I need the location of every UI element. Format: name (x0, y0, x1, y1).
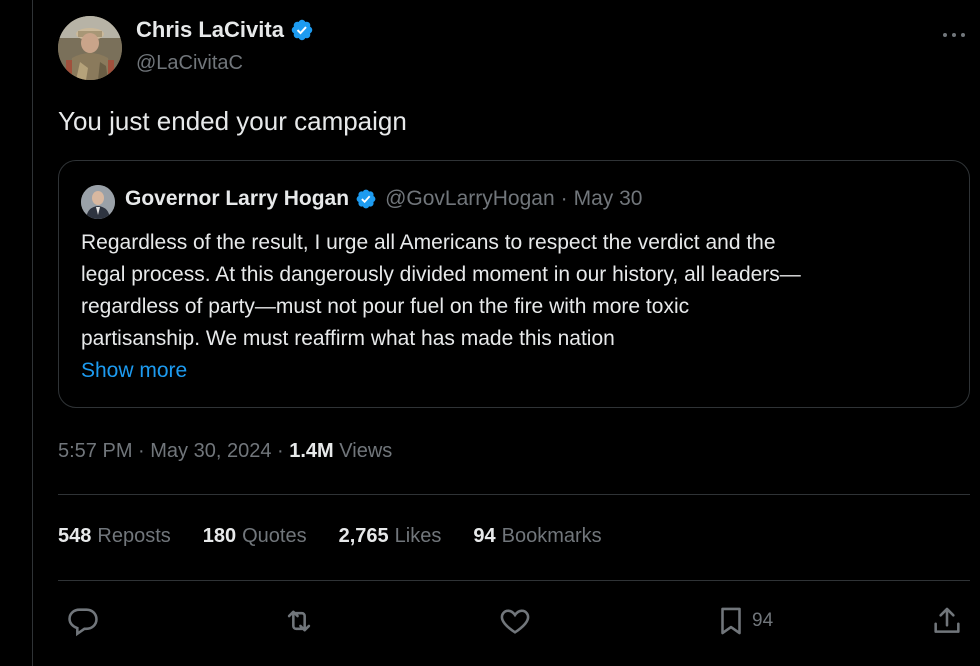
likes-label: Likes (394, 525, 442, 547)
quoted-tweet-text: Regardless of the result, I urge all Ame… (81, 227, 951, 355)
divider (58, 494, 970, 495)
reply-icon (68, 608, 98, 637)
tweet-time[interactable]: 5:57 PM (58, 440, 132, 462)
quoted-text-line: partisanship. We must reaffirm what has … (81, 327, 615, 350)
repost-button[interactable] (281, 604, 317, 638)
verified-badge-icon[interactable] (355, 188, 377, 210)
tweet-date[interactable]: May 30, 2024 (150, 440, 271, 462)
reposts-stat[interactable]: 548 Reposts (58, 525, 171, 548)
repost-icon (287, 610, 311, 632)
meta-separator: · (132, 440, 151, 462)
bookmarks-label: Bookmarks (501, 525, 602, 547)
author-name[interactable]: Chris LaCivita (136, 17, 284, 43)
quoted-author-name[interactable]: Governor Larry Hogan (125, 187, 349, 211)
quoted-author-handle[interactable]: @GovLarryHogan (385, 187, 555, 211)
likes-count: 2,765 (338, 525, 389, 547)
person-photo-avatar-icon (81, 185, 115, 219)
quoted-tweet-date[interactable]: May 30 (574, 187, 643, 211)
share-button[interactable] (930, 604, 964, 638)
author-avatar[interactable] (58, 16, 122, 80)
bookmark-count: 94 (752, 610, 774, 631)
show-more-link[interactable]: Show more (81, 359, 187, 383)
meta-separator: · (271, 440, 290, 462)
heart-icon (500, 609, 530, 634)
reposts-label: Reposts (97, 525, 171, 547)
divider (58, 580, 970, 581)
like-button[interactable] (498, 604, 532, 638)
tweet-text: You just ended your campaign (58, 106, 407, 136)
quoted-author-avatar[interactable] (81, 185, 115, 219)
quotes-count: 180 (202, 525, 237, 547)
verified-badge-icon[interactable] (290, 18, 314, 42)
likes-stat[interactable]: 2,765 Likes (339, 525, 442, 548)
share-icon (934, 607, 960, 633)
views-label: Views (333, 440, 393, 462)
header-separator: · (560, 187, 568, 210)
bookmark-icon (721, 607, 741, 635)
author-name-row[interactable]: Chris LaCivita (136, 17, 314, 43)
tweet-detail: Chris LaCivita @LaCivitaC You just ended… (0, 0, 980, 666)
quoted-text-line: legal process. At this dangerously divid… (81, 263, 801, 286)
author-handle[interactable]: @LaCivitaC (136, 52, 243, 75)
views-count: 1.4M (289, 440, 334, 462)
quoted-text-line: regardless of party—must not pour fuel o… (81, 295, 690, 318)
more-options-icon[interactable] (942, 22, 966, 42)
person-photo-avatar-icon (58, 16, 122, 80)
bookmarks-stat[interactable]: 94 Bookmarks (473, 525, 601, 548)
engagement-stats: 548 Reposts 180 Quotes 2,765 Likes 94 Bookma… (58, 525, 602, 548)
tweet-meta: 5:57 PM · May 30, 2024 · 1.4M Views (58, 440, 392, 463)
bookmark-button[interactable]: 94 (714, 604, 773, 638)
reposts-count: 548 (58, 525, 92, 547)
column-border (32, 0, 33, 666)
bookmarks-count: 94 (473, 525, 496, 547)
quoted-text-line: Regardless of the result, I urge all Ame… (81, 231, 776, 254)
quotes-label: Quotes (242, 525, 307, 547)
quoted-tweet-card[interactable]: Governor Larry Hogan @GovLarryHogan · Ma… (58, 160, 970, 408)
reply-button[interactable] (66, 604, 100, 638)
quotes-stat[interactable]: 180 Quotes (203, 525, 307, 548)
quoted-tweet-header: Governor Larry Hogan @GovLarryHogan · Ma… (125, 187, 643, 211)
